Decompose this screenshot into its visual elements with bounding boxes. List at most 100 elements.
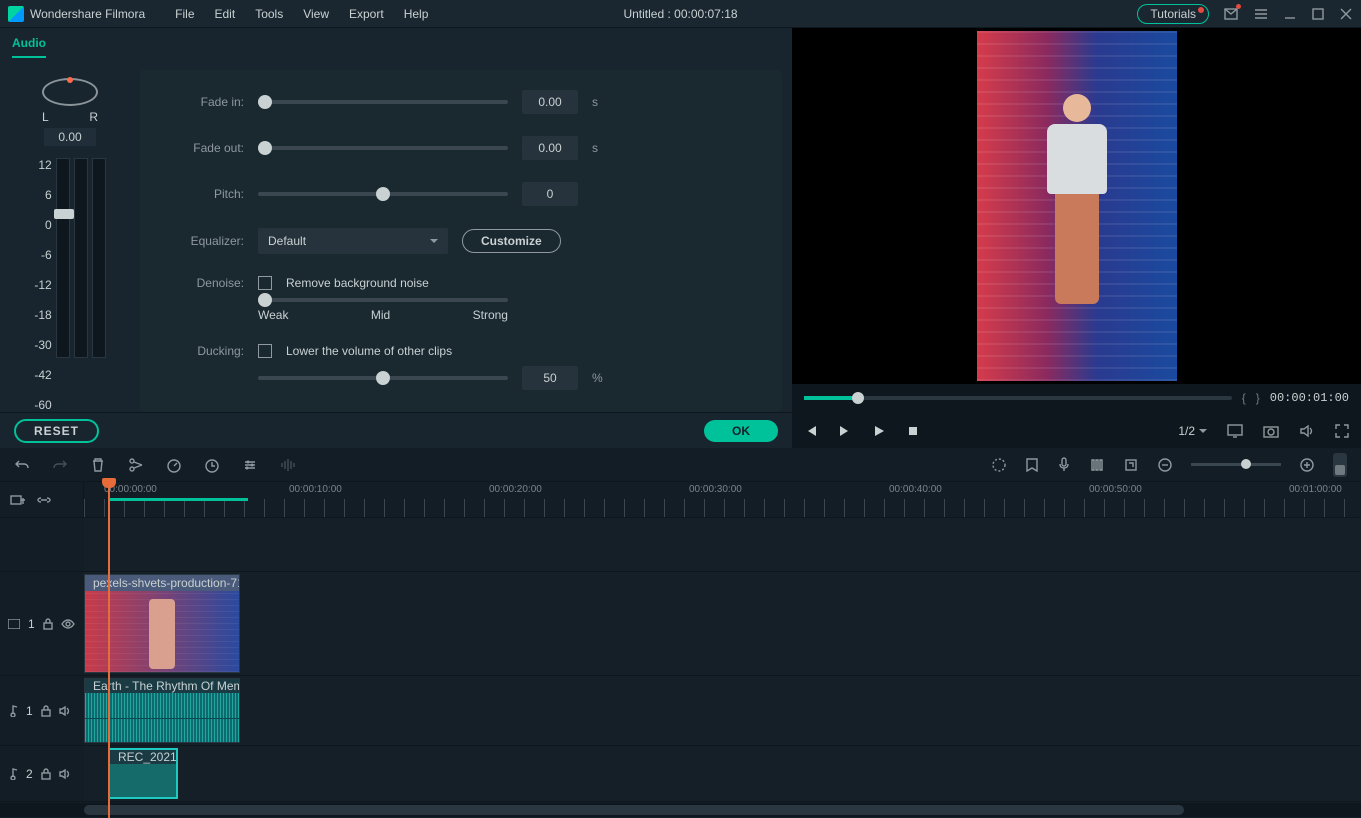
link-icon[interactable] bbox=[36, 493, 52, 507]
timeline-mode-toggle[interactable] bbox=[1333, 453, 1347, 477]
mute-icon[interactable] bbox=[59, 705, 71, 717]
video-track-icon bbox=[8, 619, 20, 629]
tutorials-button[interactable]: Tutorials bbox=[1137, 4, 1209, 24]
playhead[interactable] bbox=[108, 478, 110, 818]
tab-audio[interactable]: Audio bbox=[12, 36, 46, 58]
window-close-icon[interactable] bbox=[1339, 7, 1353, 21]
display-icon[interactable] bbox=[1227, 424, 1243, 438]
chevron-down-icon bbox=[430, 239, 438, 247]
step-back-icon[interactable] bbox=[804, 424, 818, 438]
speed-icon[interactable] bbox=[166, 457, 182, 473]
timeline-scrollbar[interactable] bbox=[0, 803, 1361, 817]
fade-out-slider[interactable] bbox=[258, 146, 508, 150]
ok-button[interactable]: OK bbox=[704, 420, 778, 442]
window-minimize-icon[interactable] bbox=[1283, 7, 1297, 21]
audio-meters: LR 0.00 1260-6-12-18-30-42-60 bbox=[10, 70, 130, 412]
ducking-slider[interactable] bbox=[258, 376, 508, 380]
video-preview[interactable] bbox=[792, 28, 1361, 384]
brace-right: } bbox=[1256, 391, 1260, 405]
snapshot-icon[interactable] bbox=[1263, 424, 1279, 438]
duration-icon[interactable] bbox=[204, 457, 220, 473]
pitch-slider[interactable] bbox=[258, 192, 508, 196]
fade-in-label: Fade in: bbox=[164, 95, 244, 109]
menu-help[interactable]: Help bbox=[394, 7, 439, 21]
pan-l-label: L bbox=[42, 110, 49, 124]
messages-icon[interactable] bbox=[1223, 6, 1239, 22]
menu-view[interactable]: View bbox=[293, 7, 339, 21]
marker-icon[interactable] bbox=[1025, 457, 1039, 473]
mute-icon[interactable] bbox=[59, 768, 71, 780]
title-bar: Wondershare Filmora File Edit Tools View… bbox=[0, 0, 1361, 28]
vu-fader[interactable] bbox=[56, 158, 70, 358]
preview-scale-select[interactable]: 1/2 bbox=[1178, 424, 1207, 438]
split-icon[interactable] bbox=[128, 457, 144, 473]
ducking-checkbox[interactable] bbox=[258, 344, 272, 358]
preview-scrubber[interactable] bbox=[804, 396, 1232, 400]
ducking-checkbox-label: Lower the volume of other clips bbox=[286, 344, 452, 358]
customize-button[interactable]: Customize bbox=[462, 229, 561, 253]
equalizer-select[interactable]: Default bbox=[258, 228, 448, 254]
mixer-icon[interactable] bbox=[1089, 457, 1105, 473]
render-icon[interactable] bbox=[991, 457, 1007, 473]
fade-out-label: Fade out: bbox=[164, 141, 244, 155]
lock-icon[interactable] bbox=[43, 618, 53, 630]
pan-value: 0.00 bbox=[44, 128, 95, 146]
fade-in-slider[interactable] bbox=[258, 100, 508, 104]
eye-icon[interactable] bbox=[61, 619, 75, 629]
step-forward-icon[interactable] bbox=[838, 424, 852, 438]
menu-export[interactable]: Export bbox=[339, 7, 394, 21]
volume-icon[interactable] bbox=[1299, 424, 1315, 438]
brand-name: Wondershare Filmora bbox=[30, 7, 145, 21]
app-logo-icon bbox=[8, 6, 24, 22]
menu-edit[interactable]: Edit bbox=[205, 7, 246, 21]
play-icon[interactable] bbox=[872, 424, 886, 438]
selection-range[interactable] bbox=[108, 498, 248, 501]
denoise-slider[interactable] bbox=[258, 298, 508, 302]
lock-icon[interactable] bbox=[41, 768, 51, 780]
adjust-icon[interactable] bbox=[242, 457, 258, 473]
redo-icon[interactable] bbox=[52, 457, 68, 473]
audio-clip-2[interactable]: REC_202110 bbox=[108, 748, 178, 799]
audio-properties-panel: Audio LR 0.00 1260-6-12-18-30-42-60 bbox=[0, 28, 792, 448]
zoom-slider[interactable] bbox=[1191, 463, 1281, 466]
vu-bar-right bbox=[92, 158, 106, 358]
denoise-checkbox[interactable] bbox=[258, 276, 272, 290]
preview-panel: { } 00:00:01:00 1/2 bbox=[792, 28, 1361, 448]
pan-dial[interactable] bbox=[42, 78, 98, 106]
denoise-label: Denoise: bbox=[164, 276, 244, 290]
fade-out-value[interactable]: 0.00 bbox=[522, 136, 578, 160]
list-icon[interactable] bbox=[1253, 6, 1269, 22]
zoom-in-icon[interactable] bbox=[1299, 457, 1315, 473]
reset-button[interactable]: RESET bbox=[14, 419, 99, 443]
fade-in-value[interactable]: 0.00 bbox=[522, 90, 578, 114]
lock-icon[interactable] bbox=[41, 705, 51, 717]
menu-tools[interactable]: Tools bbox=[245, 7, 293, 21]
audio-track-2-header: 2 bbox=[0, 746, 84, 801]
timeline-ruler[interactable]: 00:00:00:00 00:00:10:00 00:00:20:00 00:0… bbox=[84, 482, 1361, 517]
audio-spectrum-icon[interactable] bbox=[280, 457, 296, 473]
vu-scale: 1260-6-12-18-30-42-60 bbox=[34, 158, 53, 412]
fullscreen-icon[interactable] bbox=[1335, 424, 1349, 438]
audio-properties-form: Fade in: 0.00 s Fade out: 0.00 s Pitch: … bbox=[140, 70, 782, 412]
equalizer-label: Equalizer: bbox=[164, 234, 244, 248]
video-track-header: 1 bbox=[0, 572, 84, 675]
denoise-checkbox-label: Remove background noise bbox=[286, 276, 429, 290]
crop-icon[interactable] bbox=[1123, 457, 1139, 473]
ducking-value[interactable]: 50 bbox=[522, 366, 578, 390]
menu-file[interactable]: File bbox=[165, 7, 204, 21]
project-title: Untitled : 00:00:07:18 bbox=[623, 7, 737, 21]
audio-track-1-header: 1 bbox=[0, 676, 84, 745]
stop-icon[interactable] bbox=[906, 424, 920, 438]
preview-time: 00:00:01:00 bbox=[1270, 391, 1349, 405]
music-note-icon bbox=[8, 705, 18, 717]
track-manage-icon[interactable] bbox=[10, 493, 26, 507]
brace-left: { bbox=[1242, 391, 1246, 405]
window-maximize-icon[interactable] bbox=[1311, 7, 1325, 21]
vu-bar-left bbox=[74, 158, 88, 358]
pitch-label: Pitch: bbox=[164, 187, 244, 201]
zoom-out-icon[interactable] bbox=[1157, 457, 1173, 473]
pitch-value[interactable]: 0 bbox=[522, 182, 578, 206]
delete-icon[interactable] bbox=[90, 457, 106, 473]
record-voiceover-icon[interactable] bbox=[1057, 457, 1071, 473]
undo-icon[interactable] bbox=[14, 457, 30, 473]
